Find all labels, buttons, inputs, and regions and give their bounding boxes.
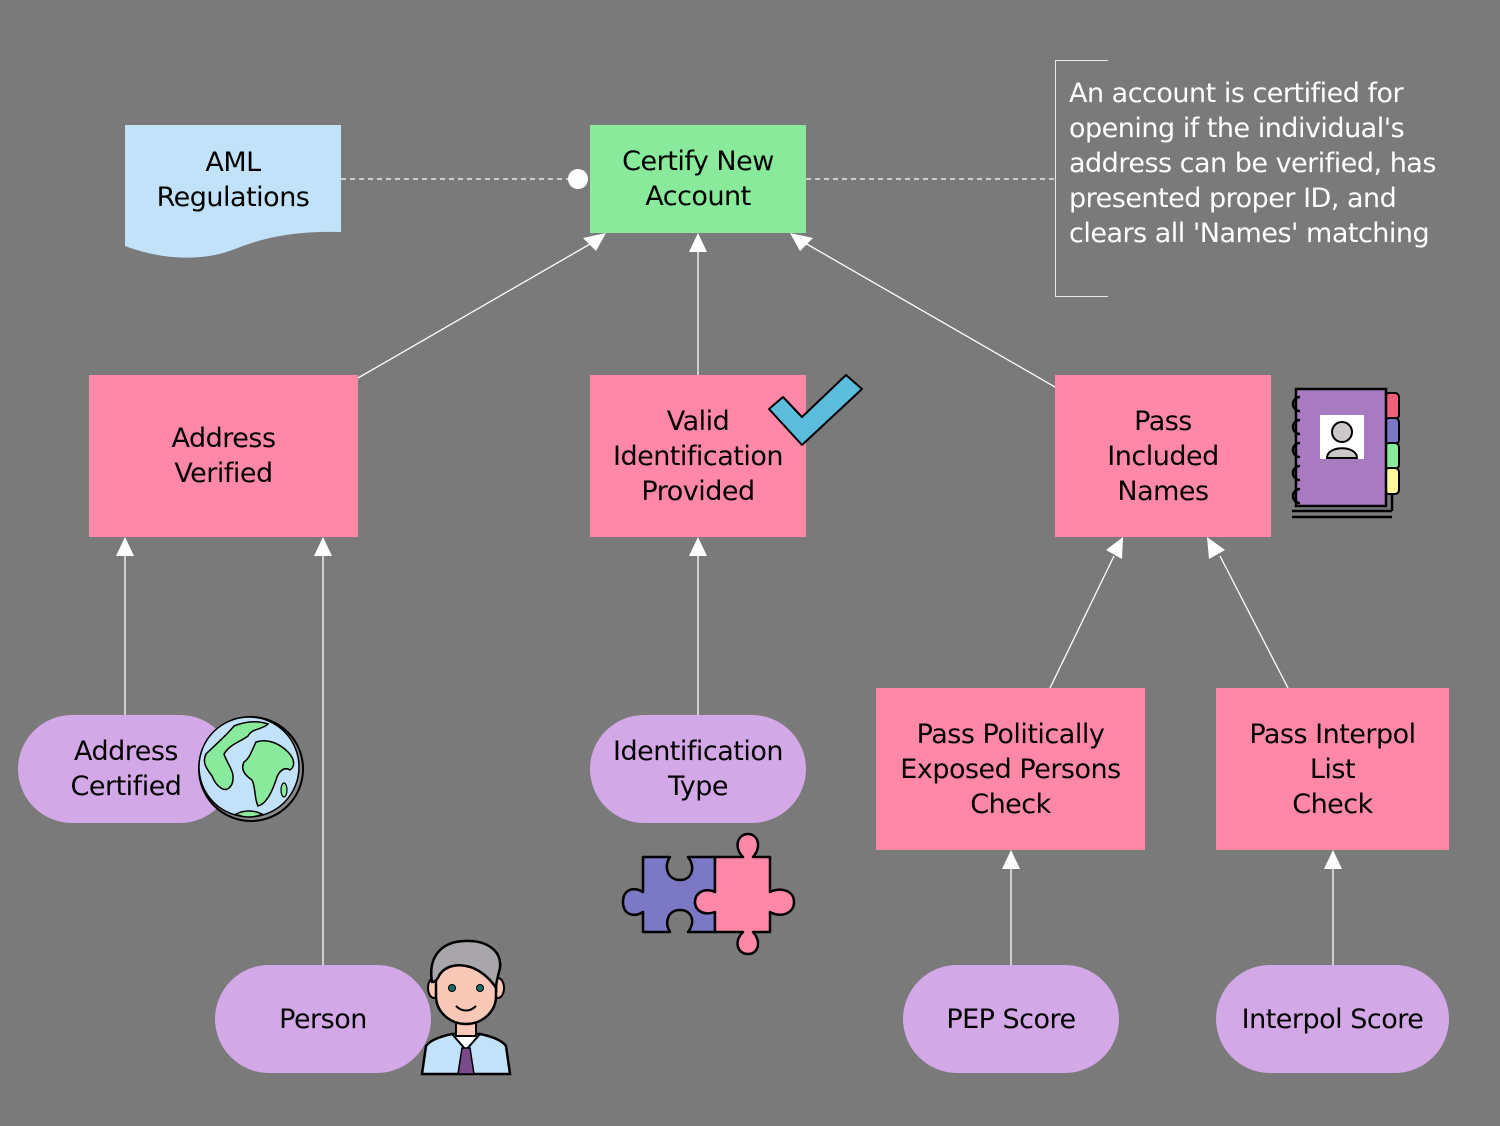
person-avatar-icon <box>420 939 512 1076</box>
arrowhead <box>116 537 134 556</box>
input-interpol-score[interactable]: Interpol Score <box>1216 965 1449 1073</box>
knowledge-source-aml-regulations[interactable]: AML Regulations <box>125 125 341 261</box>
puzzle-icon <box>621 832 796 956</box>
input-label: Identification Type <box>612 736 784 802</box>
input-person[interactable]: Person <box>215 965 431 1073</box>
arrowhead <box>314 537 332 556</box>
decision-certify-new-account[interactable]: Certify New Account <box>590 125 806 233</box>
decision-pass-interpol-check[interactable]: Pass Interpol List Check <box>1216 688 1449 850</box>
arrowhead <box>1106 537 1123 559</box>
decision-label: Certify New Account <box>622 146 774 212</box>
arrowhead <box>1324 850 1342 869</box>
edge-pep-check-to-names <box>1049 555 1115 689</box>
edge-address-verified-to-certify <box>357 239 598 379</box>
address-book-icon <box>1291 387 1400 519</box>
decision-pass-pep-check[interactable]: Pass Politically Exposed Persons Check <box>876 688 1145 850</box>
edge-pass-names-to-certify <box>804 242 1056 388</box>
arrowhead <box>583 233 606 251</box>
arrowhead <box>689 233 707 252</box>
decision-label: Valid Identification Provided <box>612 405 784 507</box>
decision-pass-included-names[interactable]: Pass Included Names <box>1055 375 1271 537</box>
arrowhead <box>790 233 813 251</box>
knowledge-source-label: AML Regulations <box>156 147 310 213</box>
input-label: Person <box>279 1003 367 1035</box>
input-label: Address Certified <box>70 736 182 802</box>
checkmark-icon <box>768 374 863 446</box>
globe-icon <box>198 716 304 822</box>
arrowhead <box>689 537 707 556</box>
arrowhead <box>1002 850 1020 869</box>
decision-label: Pass Included Names <box>1107 405 1219 507</box>
input-identification-type[interactable]: Identification Type <box>590 715 806 823</box>
edge-interpol-check-to-names <box>1219 555 1289 689</box>
decision-label: Address Verified <box>171 423 276 489</box>
input-label: PEP Score <box>946 1003 1076 1035</box>
authority-endpoint-dot <box>568 169 588 189</box>
arrowhead <box>1207 537 1225 559</box>
input-pep-score[interactable]: PEP Score <box>903 965 1119 1073</box>
annotation-text: An account is certified for opening if t… <box>1069 78 1436 249</box>
text-annotation[interactable]: An account is certified for opening if t… <box>1055 60 1455 297</box>
decision-address-verified[interactable]: Address Verified <box>89 375 358 537</box>
input-label: Interpol Score <box>1241 1003 1424 1035</box>
decision-label: Pass Politically Exposed Persons Check <box>900 718 1121 820</box>
decision-label: Pass Interpol List Check <box>1249 718 1416 820</box>
